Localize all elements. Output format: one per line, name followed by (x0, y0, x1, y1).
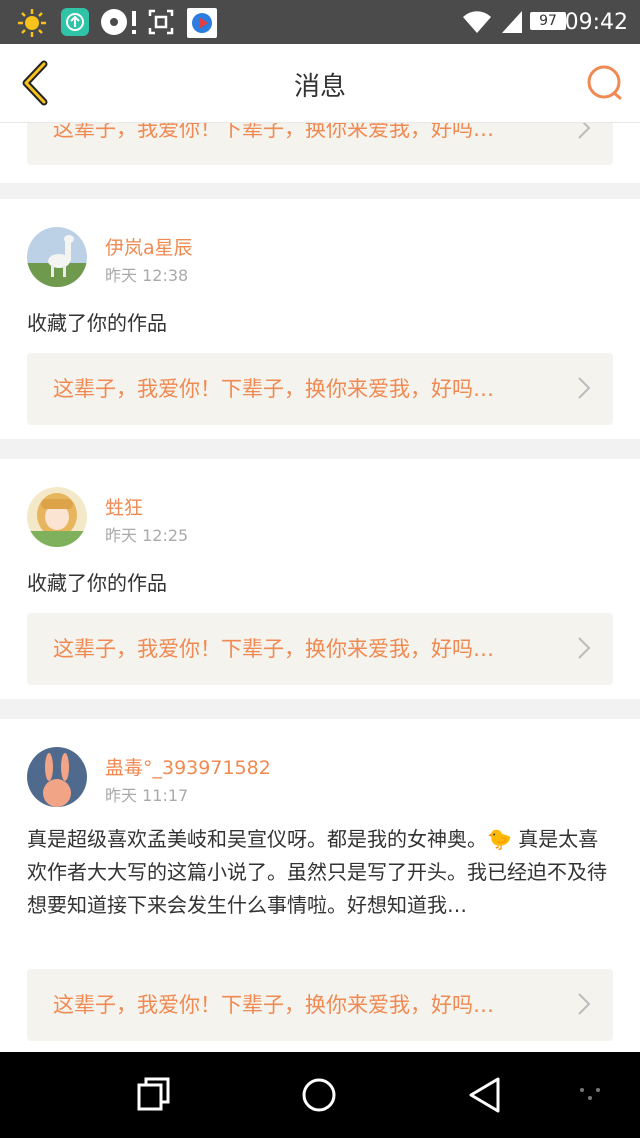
message-time: 昨天 11:17 (105, 786, 189, 805)
quoted-work-title: 这辈子，我爱你！下辈子，换你来爱我，好吗… (53, 123, 494, 141)
search-icon[interactable] (586, 64, 624, 102)
quoted-work-title: 这辈子，我爱你！下辈子，换你来爱我，好吗… (53, 993, 494, 1017)
page-title: 消息 (293, 72, 346, 102)
sun-icon (18, 9, 46, 37)
user-name[interactable]: 伊岚a星辰 (105, 233, 193, 260)
back-nav-icon[interactable] (466, 1076, 504, 1114)
list-item: 伊岚a星辰 昨天 12:38 收藏了你的作品 这辈子，我爱你！下辈子，换你来爱我… (0, 199, 640, 439)
upload-app-icon (61, 8, 89, 36)
quoted-work[interactable]: 这辈子，我爱你！下辈子，换你来爱我，好吗… (27, 969, 613, 1041)
wifi-icon (463, 11, 491, 33)
chevron-right-icon (578, 993, 591, 1015)
menu-dots-icon[interactable] (574, 1076, 606, 1108)
chevron-right-icon (578, 637, 591, 659)
list-item: 这辈子，我爱你！下辈子，换你来爱我，好吗… (0, 123, 640, 183)
home-icon[interactable] (300, 1076, 338, 1114)
system-nav-bar (0, 1052, 640, 1138)
message-text: 收藏了你的作品 (27, 311, 167, 335)
anime-girl-avatar-image (27, 487, 87, 547)
status-time: 09:42 (564, 10, 628, 35)
message-list[interactable]: 这辈子，我爱你！下辈子，换你来爱我，好吗… 伊岚a星辰 昨天 12:38 收藏了… (0, 123, 640, 1052)
alpaca-avatar-image (27, 227, 87, 287)
avatar[interactable] (27, 227, 87, 287)
quoted-work-title: 这辈子，我爱你！下辈子，换你来爱我，好吗… (53, 637, 494, 661)
user-name[interactable]: 蛊毒°_393971582 (105, 753, 271, 780)
list-item: 蛊毒°_393971582 昨天 11:17 真是超级喜欢孟美岐和吴宣仪呀。都是… (0, 719, 640, 1052)
signal-icon (502, 11, 522, 33)
battery-indicator: 97 (530, 12, 566, 30)
quoted-work[interactable]: 这辈子，我爱你！下辈子，换你来爱我，好吗… (27, 613, 613, 685)
bunny-avatar-image (27, 747, 87, 807)
chevron-right-icon (578, 377, 591, 399)
list-item: 甡狂 昨天 12:25 收藏了你的作品 这辈子，我爱你！下辈子，换你来爱我，好吗… (0, 459, 640, 699)
avatar[interactable] (27, 487, 87, 547)
screenshot-icon (148, 9, 174, 35)
status-bar: 97 09:42 (0, 0, 640, 44)
disc-alert-icon (101, 9, 136, 35)
message-text: 真是超级喜欢孟美岐和吴宣仪呀。都是我的女神奥。🐤 真是太喜欢作者大大写的这篇小说… (27, 827, 607, 917)
message-time: 昨天 12:38 (105, 266, 189, 285)
quoted-work[interactable]: 这辈子，我爱你！下辈子，换你来爱我，好吗… (27, 123, 613, 165)
message-time: 昨天 12:25 (105, 526, 189, 545)
message-text: 收藏了你的作品 (27, 571, 167, 595)
video-app-icon (187, 8, 217, 38)
app-header: 消息 (0, 44, 640, 123)
quoted-work[interactable]: 这辈子，我爱你！下辈子，换你来爱我，好吗… (27, 353, 613, 425)
user-name[interactable]: 甡狂 (105, 493, 143, 520)
avatar[interactable] (27, 747, 87, 807)
quoted-work-title: 这辈子，我爱你！下辈子，换你来爱我，好吗… (53, 377, 494, 401)
chevron-right-icon (578, 123, 591, 139)
recent-apps-icon[interactable] (136, 1076, 172, 1112)
